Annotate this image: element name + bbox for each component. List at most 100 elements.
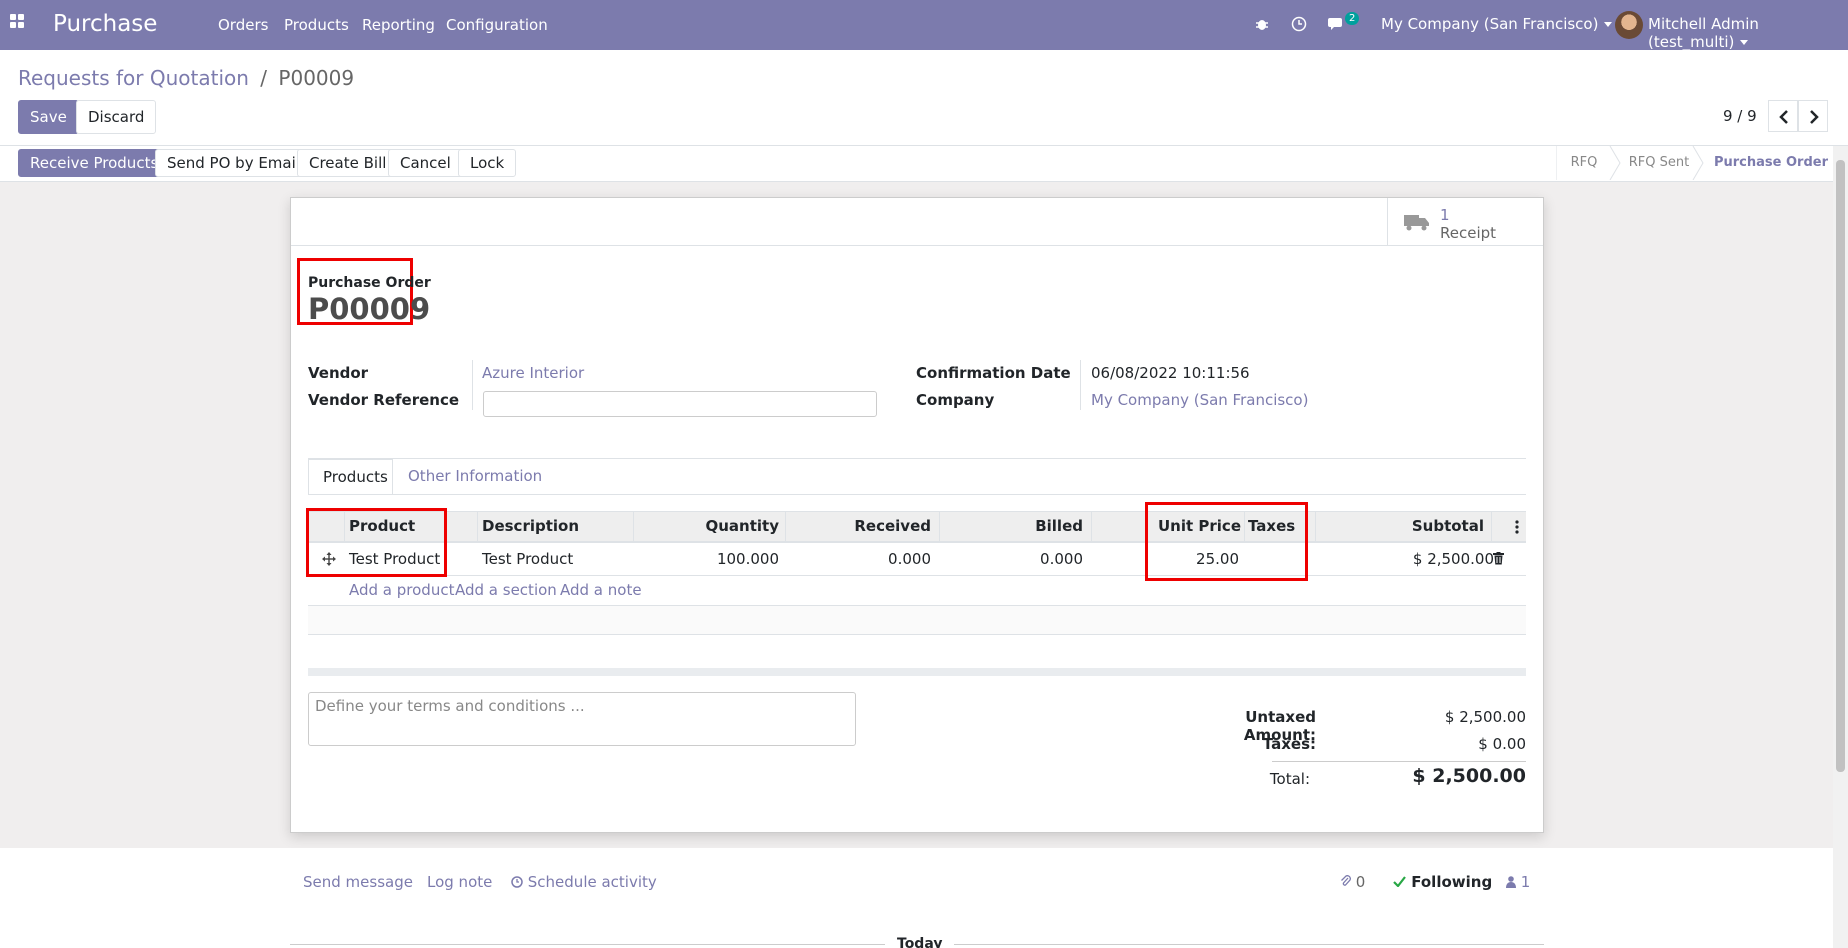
user-menu[interactable]: Mitchell Admin (test_multi) bbox=[1648, 15, 1848, 51]
debug-bug-icon[interactable] bbox=[1255, 17, 1269, 31]
total-value: $ 2,500.00 bbox=[1412, 765, 1526, 787]
receipt-smart-button[interactable]: 1 Receipt bbox=[1387, 198, 1543, 246]
cell-received[interactable]: 0.000 bbox=[785, 544, 931, 574]
lock-button[interactable]: Lock bbox=[458, 149, 517, 177]
menu-orders[interactable]: Orders bbox=[218, 16, 268, 34]
followers-button[interactable]: 1 bbox=[1506, 873, 1530, 891]
terms-conditions-textarea[interactable]: Define your terms and conditions ... bbox=[308, 692, 856, 746]
breadcrumb: Requests for Quotation / P00009 bbox=[18, 66, 354, 90]
activity-clock-icon[interactable] bbox=[1291, 16, 1307, 32]
user-avatar[interactable] bbox=[1615, 11, 1643, 39]
check-icon bbox=[1393, 876, 1406, 888]
chevron-right-icon bbox=[1810, 110, 1819, 124]
company-field[interactable]: My Company (San Francisco) bbox=[1091, 391, 1308, 409]
confirmation-date-value[interactable]: 06/08/2022 10:11:56 bbox=[1091, 364, 1250, 382]
company-name: My Company (San Francisco) bbox=[1381, 15, 1599, 33]
row-divider bbox=[308, 634, 1526, 635]
highlight-price-taxes-columns bbox=[1145, 502, 1308, 581]
cell-billed[interactable]: 0.000 bbox=[939, 544, 1083, 574]
company-switcher[interactable]: My Company (San Francisco) bbox=[1381, 15, 1613, 33]
col-quantity[interactable]: Quantity bbox=[633, 511, 780, 542]
top-navbar: Purchase Orders Products Reporting Confi… bbox=[0, 0, 1848, 51]
send-message-button[interactable]: Send message bbox=[303, 873, 413, 891]
breadcrumb-parent[interactable]: Requests for Quotation bbox=[18, 66, 249, 90]
cell-quantity[interactable]: 100.000 bbox=[633, 544, 779, 574]
col-subtotal[interactable]: Subtotal bbox=[1315, 511, 1484, 542]
form-sheet: 1 Receipt Purchase Order P00009 Vendor A… bbox=[290, 197, 1544, 833]
attachments-button[interactable]: 0 bbox=[1340, 873, 1365, 891]
discard-button[interactable]: Discard bbox=[76, 100, 157, 134]
apps-menu-icon[interactable] bbox=[10, 14, 30, 34]
terms-placeholder: Define your terms and conditions ... bbox=[315, 697, 585, 715]
followers-count: 1 bbox=[1520, 873, 1531, 891]
chevron-down-icon bbox=[1604, 22, 1613, 27]
chevron-left-icon bbox=[1779, 110, 1788, 124]
order-type-label: Purchase Order bbox=[308, 275, 431, 291]
cancel-button[interactable]: Cancel bbox=[388, 149, 463, 177]
messages-chat-icon[interactable] bbox=[1328, 16, 1346, 32]
column-divider bbox=[1491, 511, 1492, 542]
pager-next-button[interactable] bbox=[1798, 100, 1828, 132]
menu-configuration[interactable]: Configuration bbox=[446, 16, 548, 34]
tabs-underline bbox=[308, 458, 1526, 459]
receipt-count: 1 bbox=[1440, 206, 1450, 224]
messages-count-badge: 2 bbox=[1345, 12, 1360, 25]
trash-icon[interactable] bbox=[1493, 552, 1504, 565]
col-received[interactable]: Received bbox=[785, 511, 931, 542]
tab-products[interactable]: Products bbox=[308, 459, 393, 495]
vendor-reference-label: Vendor Reference bbox=[308, 391, 460, 409]
app-name[interactable]: Purchase bbox=[53, 11, 157, 37]
menu-reporting[interactable]: Reporting bbox=[362, 16, 435, 34]
chatter: Send message Log note Schedule activity … bbox=[0, 848, 1848, 948]
chevron-down-icon bbox=[1740, 40, 1749, 45]
total-label: Total: bbox=[1269, 770, 1310, 788]
smart-button-box: 1 Receipt bbox=[291, 198, 1543, 246]
add-section-link[interactable]: Add a section bbox=[455, 581, 557, 599]
column-divider bbox=[1091, 511, 1092, 542]
col-billed[interactable]: Billed bbox=[939, 511, 1083, 542]
menu-products[interactable]: Products bbox=[284, 16, 349, 34]
receive-products-button[interactable]: Receive Products bbox=[18, 149, 171, 177]
user-icon bbox=[1506, 876, 1516, 888]
column-divider bbox=[477, 511, 478, 542]
create-bill-button[interactable]: Create Bill bbox=[297, 149, 399, 177]
stage-purchase-order[interactable]: Purchase Order bbox=[1706, 146, 1836, 180]
untaxed-amount-value: $ 2,500.00 bbox=[1444, 708, 1526, 726]
field-divider bbox=[1080, 360, 1081, 410]
scrollbar-thumb[interactable] bbox=[1836, 160, 1845, 772]
following-button[interactable]: Following bbox=[1393, 873, 1492, 891]
vendor-label: Vendor bbox=[308, 364, 369, 382]
totals-divider bbox=[1272, 761, 1526, 762]
vendor-field[interactable]: Azure Interior bbox=[482, 364, 584, 382]
pager-previous-button[interactable] bbox=[1768, 100, 1798, 132]
tab-other-information[interactable]: Other Information bbox=[408, 467, 542, 485]
optional-columns-kebab-icon[interactable] bbox=[1515, 520, 1519, 534]
cell-subtotal: $ 2,500.00 bbox=[1412, 550, 1494, 568]
schedule-activity-button[interactable]: Schedule activity bbox=[511, 873, 657, 891]
stage-rfq[interactable]: RFQ bbox=[1556, 146, 1612, 180]
add-note-link[interactable]: Add a note bbox=[560, 581, 642, 599]
log-note-button[interactable]: Log note bbox=[427, 873, 492, 891]
paperclip-icon bbox=[1341, 875, 1351, 886]
save-button[interactable]: Save bbox=[18, 100, 79, 134]
receipt-label: Receipt bbox=[1440, 224, 1497, 242]
control-panel: Requests for Quotation / P00009 Save Dis… bbox=[0, 50, 1848, 146]
pager-value[interactable]: 9 / 9 bbox=[1723, 107, 1757, 125]
row-divider bbox=[308, 575, 1526, 576]
page-scrollbar[interactable] bbox=[1833, 146, 1848, 948]
send-po-by-email-button[interactable]: Send PO by Email bbox=[155, 149, 312, 177]
user-name: Mitchell Admin (test_multi) bbox=[1648, 15, 1759, 51]
breadcrumb-separator: / bbox=[260, 66, 268, 90]
attachments-count: 0 bbox=[1355, 873, 1366, 891]
field-divider bbox=[472, 360, 473, 410]
clock-icon bbox=[511, 876, 523, 888]
truck-icon bbox=[1404, 215, 1429, 231]
vendor-reference-input[interactable] bbox=[483, 391, 877, 417]
company-label: Company bbox=[916, 391, 995, 409]
col-description[interactable]: Description bbox=[482, 511, 579, 542]
add-product-link[interactable]: Add a product bbox=[349, 581, 454, 599]
stage-rfq-sent[interactable]: RFQ Sent bbox=[1620, 146, 1698, 180]
breadcrumb-current: P00009 bbox=[278, 66, 355, 90]
schedule-activity-label: Schedule activity bbox=[527, 873, 657, 891]
cell-description[interactable]: Test Product bbox=[482, 544, 573, 574]
